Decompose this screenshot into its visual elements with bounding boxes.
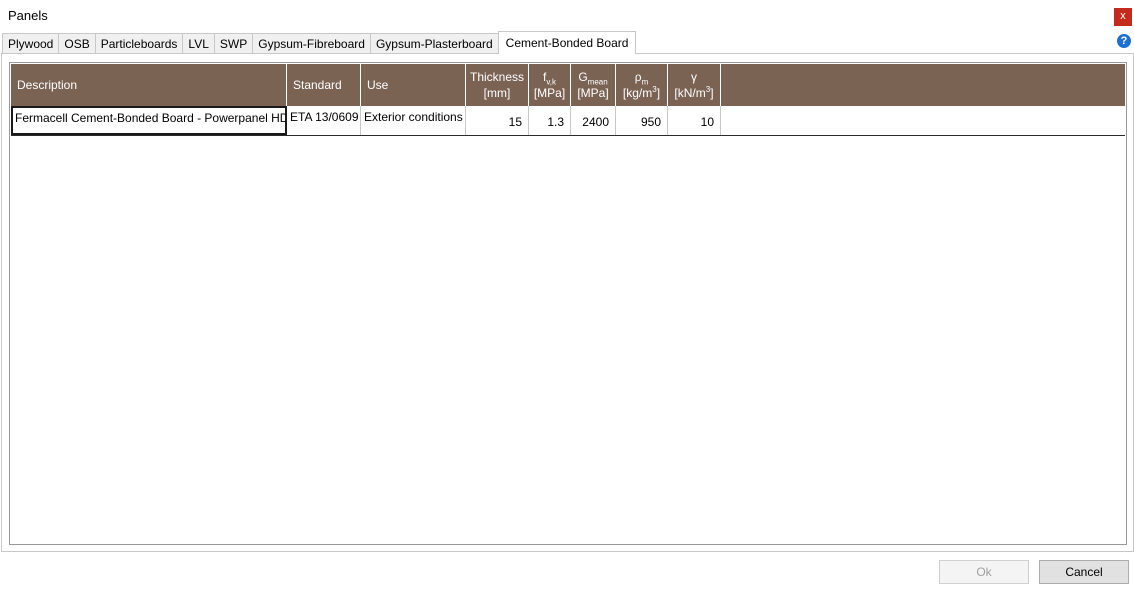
tab-gypsum-plasterboard[interactable]: Gypsum-Plasterboard <box>369 33 499 54</box>
tab-content-panel: Description Standard Use Thickness [mm] … <box>1 53 1134 552</box>
cell-description[interactable]: Fermacell Cement-Bonded Board - Powerpan… <box>11 106 287 135</box>
close-button[interactable]: x <box>1114 8 1132 26</box>
cell-gmean[interactable]: 2400 <box>571 106 616 135</box>
cell-fvk[interactable]: 1.3 <box>529 106 571 135</box>
table-row[interactable]: Fermacell Cement-Bonded Board - Powerpan… <box>11 106 1125 136</box>
tab-gypsum-fibreboard[interactable]: Gypsum-Fibreboard <box>252 33 371 54</box>
column-header-use-label: Use <box>367 78 389 92</box>
column-header-standard-label: Standard <box>293 78 342 92</box>
tab-cement-bonded-board[interactable]: Cement-Bonded Board <box>497 31 637 54</box>
column-header-gamma[interactable]: γ [kN/m3] <box>668 64 721 106</box>
column-header-description[interactable]: Description <box>11 64 287 106</box>
tab-osb[interactable]: OSB <box>58 33 96 54</box>
column-header-use[interactable]: Use <box>361 64 466 106</box>
column-header-density-symbol: ρ <box>634 70 642 84</box>
tab-lvl[interactable]: LVL <box>182 33 215 54</box>
tab-strip: Plywood OSB Particleboards LVL SWP Gypsu… <box>2 31 637 54</box>
column-header-standard[interactable]: Standard <box>287 64 361 106</box>
column-header-gamma-unit: [kN/m <box>674 86 706 100</box>
ok-button[interactable]: Ok <box>939 560 1029 584</box>
column-header-thickness-label: Thickness <box>469 70 525 84</box>
cell-thickness[interactable]: 15 <box>466 106 529 135</box>
cell-density[interactable]: 950 <box>616 106 668 135</box>
cell-gamma[interactable]: 10 <box>668 106 721 135</box>
window-title: Panels <box>8 8 48 23</box>
cancel-button[interactable]: Cancel <box>1039 560 1129 584</box>
help-icon[interactable]: ? <box>1117 34 1131 48</box>
cell-standard[interactable]: ETA 13/0609 <box>287 106 361 135</box>
column-header-gmean-symbol: G <box>578 70 588 84</box>
column-header-density-unit-close: ] <box>656 86 661 100</box>
column-header-thickness[interactable]: Thickness [mm] <box>466 64 529 106</box>
column-header-gmean-unit: [MPa] <box>577 86 609 100</box>
column-header-gamma-unit-close: ] <box>710 86 714 100</box>
tab-plywood[interactable]: Plywood <box>2 33 60 54</box>
column-header-density[interactable]: ρm [kg/m3] <box>616 64 668 106</box>
panels-grid: Description Standard Use Thickness [mm] … <box>9 62 1127 545</box>
column-header-gmean[interactable]: Gmean [MPa] <box>571 64 616 106</box>
column-header-fvk[interactable]: fv,k [MPa] <box>529 64 571 106</box>
column-header-description-label: Description <box>17 78 78 92</box>
tab-swp[interactable]: SWP <box>213 33 254 54</box>
grid-header: Description Standard Use Thickness [mm] … <box>11 64 1125 106</box>
tab-particleboards[interactable]: Particleboards <box>94 33 184 54</box>
column-header-density-unit: [kg/m <box>622 86 653 100</box>
column-header-thickness-unit: [mm] <box>483 86 511 100</box>
cell-use[interactable]: Exterior conditions <box>361 106 466 135</box>
column-header-fvk-unit: [MPa] <box>533 86 566 100</box>
title-bar: Panels x <box>0 0 1134 32</box>
column-header-gamma-symbol: γ <box>691 70 697 84</box>
